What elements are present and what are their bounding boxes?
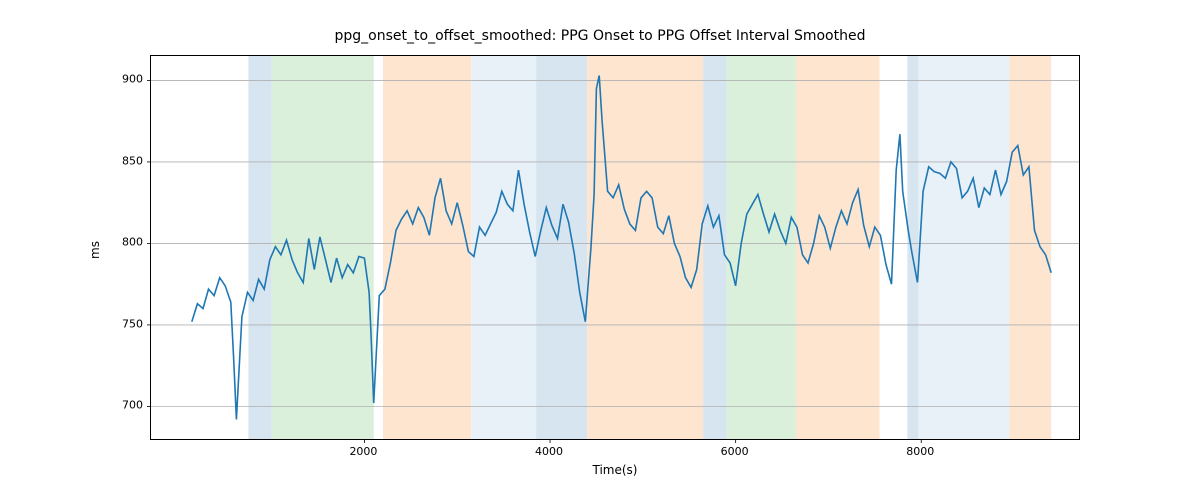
region-band [726,56,796,439]
x-axis-label: Time(s) [593,463,638,477]
y-axis-label: ms [88,241,102,259]
region-band [471,56,536,439]
y-tick-label: 750 [122,317,143,330]
chart-title: ppg_onset_to_offset_smoothed: PPG Onset … [0,28,1200,44]
y-tick-label: 850 [122,154,143,167]
region-band [248,56,271,439]
x-tick-label: 6000 [721,445,749,458]
plot-svg [151,56,1079,439]
region-band [907,56,918,439]
region-band [796,56,880,439]
region-band [536,56,587,439]
axes [150,55,1080,440]
x-tick-label: 8000 [906,445,934,458]
region-band [918,56,1009,439]
x-tick-label: 4000 [535,445,563,458]
region-band [383,56,471,439]
y-tick-label: 700 [122,399,143,412]
y-tick-label: 900 [122,73,143,86]
region-band [1009,56,1051,439]
y-tick-label: 800 [122,236,143,249]
x-tick-label: 2000 [349,445,377,458]
figure: ppg_onset_to_offset_smoothed: PPG Onset … [0,0,1200,500]
region-band [587,56,703,439]
